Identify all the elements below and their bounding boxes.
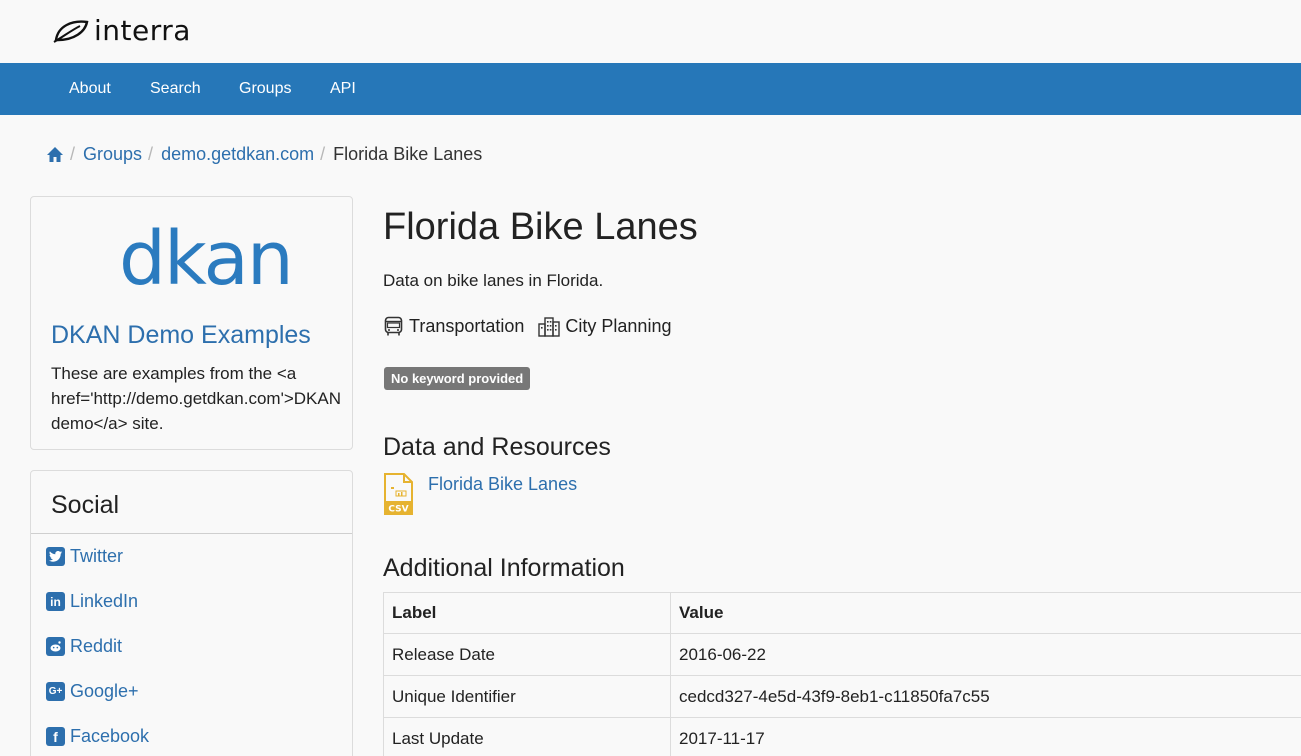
breadcrumb-separator: / xyxy=(70,144,76,164)
organization-card: dkan DKAN Demo Examples These are exampl… xyxy=(30,196,353,450)
additional-info-title: Additional Information xyxy=(383,554,625,582)
city-icon xyxy=(538,317,561,337)
org-description: These are examples from the <a href='htt… xyxy=(51,364,341,433)
breadcrumb-groups[interactable]: Groups xyxy=(83,144,142,165)
table-header-row: Label Value xyxy=(383,592,1301,634)
table-row: Unique Identifier cedcd327-4e5d-43f9-8eb… xyxy=(383,675,1301,718)
twitter-icon xyxy=(46,547,65,566)
facebook-icon: f xyxy=(46,727,65,746)
table-cell-value: 2017-11-17 xyxy=(670,717,1301,756)
reddit-icon xyxy=(46,637,65,656)
nav-groups[interactable]: Groups xyxy=(239,80,291,98)
breadcrumb-current: Florida Bike Lanes xyxy=(333,144,483,164)
topic-label: Transportation xyxy=(409,316,525,336)
resource-item[interactable]: CSV Florida Bike Lanes xyxy=(383,473,577,515)
keyword-badge: No keyword provided xyxy=(384,367,531,390)
table-cell-value: cedcd327-4e5d-43f9-8eb1-c11850fa7c55 xyxy=(670,675,1301,718)
social-reddit[interactable]: Reddit xyxy=(46,636,122,657)
social-google-plus[interactable]: G+ Google+ xyxy=(46,681,139,702)
topic-label: City Planning xyxy=(565,316,672,336)
google-plus-icon: G+ xyxy=(46,682,65,701)
table-cell-label: Unique Identifier xyxy=(383,675,671,718)
header: interra xyxy=(0,0,1301,63)
additional-info-table: Label Value Release Date 2016-06-22 Uniq… xyxy=(383,592,1301,756)
dataset-title: Florida Bike Lanes xyxy=(383,206,698,248)
breadcrumb: / Groups / demo.getdkan.com / Florida Bi… xyxy=(46,144,482,165)
dataset-description: Data on bike lanes in Florida. xyxy=(383,271,604,290)
org-logo: dkan xyxy=(119,216,294,302)
table-row: Last Update 2017-11-17 xyxy=(383,717,1301,756)
resource-link[interactable]: Florida Bike Lanes xyxy=(428,474,577,495)
social-label: Reddit xyxy=(70,636,123,656)
column-header: Label xyxy=(383,592,671,634)
social-label: Facebook xyxy=(70,726,150,746)
csv-file-icon: CSV xyxy=(384,473,413,515)
main-nav: About Search Groups API xyxy=(0,63,1301,115)
social-label: LinkedIn xyxy=(70,591,139,611)
social-linkedin[interactable]: in LinkedIn xyxy=(46,591,138,612)
breadcrumb-org[interactable]: demo.getdkan.com xyxy=(161,144,314,165)
org-title[interactable]: DKAN Demo Examples xyxy=(51,321,311,350)
column-header: Value xyxy=(670,592,1301,634)
topic-city-planning[interactable]: City Planning xyxy=(538,316,671,337)
topic-transportation[interactable]: Transportation xyxy=(383,316,524,337)
nav-about[interactable]: About xyxy=(69,80,111,98)
nav-api[interactable]: API xyxy=(330,80,356,98)
site-logo[interactable]: interra xyxy=(52,14,191,47)
topic-list: Transportation City Planning xyxy=(383,316,685,337)
table-cell-label: Last Update xyxy=(383,717,671,756)
social-label: Google+ xyxy=(70,681,139,701)
table-row: Release Date 2016-06-22 xyxy=(383,633,1301,676)
breadcrumb-separator: / xyxy=(320,144,326,164)
social-label: Twitter xyxy=(70,546,124,566)
social-twitter[interactable]: Twitter xyxy=(46,546,123,567)
brand-name: interra xyxy=(94,14,191,47)
bus-icon xyxy=(384,316,403,336)
linkedin-icon: in xyxy=(46,592,65,611)
home-icon[interactable] xyxy=(46,146,64,163)
table-cell-value: 2016-06-22 xyxy=(670,633,1301,676)
social-title: Social xyxy=(51,491,120,519)
leaf-icon xyxy=(53,19,89,43)
social-card: Social Twitter in LinkedIn Reddit G+ Goo… xyxy=(30,470,353,756)
social-facebook[interactable]: f Facebook xyxy=(46,726,149,747)
csv-format-label: CSV xyxy=(388,505,408,515)
resources-title: Data and Resources xyxy=(383,433,611,461)
table-cell-label: Release Date xyxy=(383,633,671,676)
nav-search[interactable]: Search xyxy=(150,80,201,98)
breadcrumb-separator: / xyxy=(148,144,154,164)
divider xyxy=(31,533,352,534)
